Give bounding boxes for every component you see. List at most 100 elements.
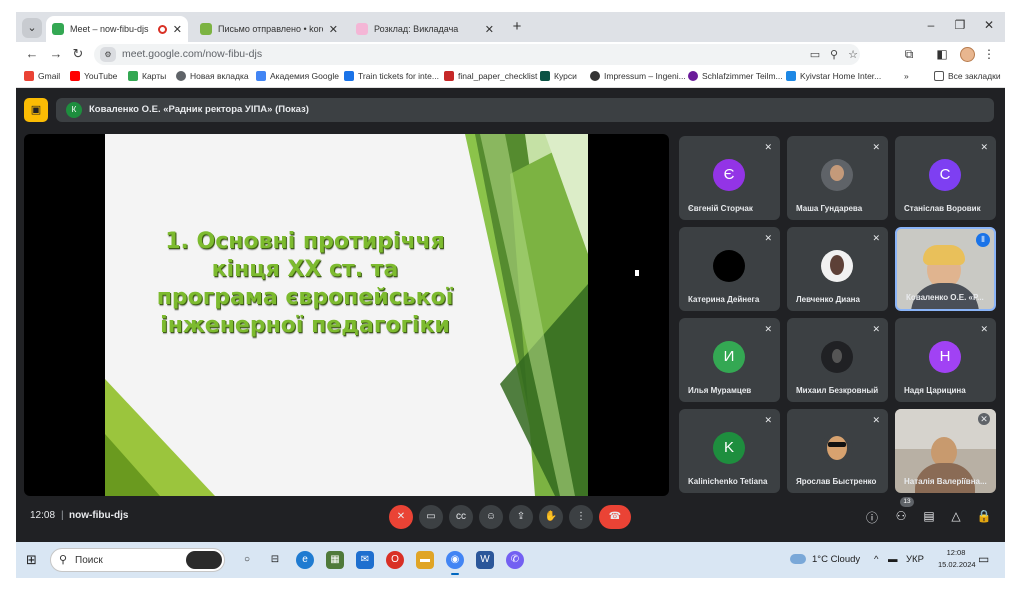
close-icon[interactable]: ✕ (329, 23, 338, 36)
notifications-icon[interactable]: ▭ (978, 552, 989, 566)
participant-tile[interactable]: ✕ Михаил Безкровный (787, 318, 888, 402)
maximize-icon[interactable]: ❐ (951, 18, 969, 32)
browser-toolbar: ← → ↻ ⚙ meet.google.com/now-fibu-djs ▭ ⚲… (16, 42, 1005, 67)
bookmark-google-academy[interactable]: Академия Google (256, 71, 339, 81)
bookmark-label: Gmail (38, 71, 61, 81)
tray-chevron-icon[interactable]: ^ (874, 554, 878, 565)
participant-tile[interactable]: ✕ Ярослав Быстренко (787, 409, 888, 493)
reload-icon[interactable]: ↻ (70, 46, 86, 62)
meet-window: ▣ К Коваленко О.Е. «Радник ректора УІПА»… (16, 88, 1005, 542)
more-options-button[interactable]: ⋮ (569, 505, 593, 529)
people-icon[interactable]: ⚇ (893, 509, 909, 523)
participant-name: Илья Мурамцев (688, 386, 752, 395)
participant-tile[interactable]: ✕ Катерина Дейнега (679, 227, 780, 311)
taskbar: ⊞ ⚲ Поиск ○ ⊟ e ▦ ✉ O ▬ ◉ W ✆ 1°C Cloudy… (16, 542, 1005, 578)
clock[interactable]: 12:08 15.02.2024 (938, 547, 976, 571)
bookmark-star-icon[interactable]: ☆ (846, 48, 860, 61)
taskbar-search[interactable]: ⚲ Поиск (50, 548, 225, 572)
participant-tile[interactable]: ✕ Н Надя Царицина (895, 318, 996, 402)
bookmark-schlafzimmer[interactable]: Schlafzimmer Teilm... (688, 71, 783, 81)
opera-icon[interactable]: O (386, 551, 404, 569)
back-icon[interactable]: ← (24, 46, 40, 62)
presentation-icon[interactable]: ▣ (24, 98, 48, 122)
reactions-button[interactable]: ☺ (479, 505, 503, 529)
copilot-icon[interactable] (186, 551, 222, 569)
bookmark-final-paper[interactable]: final_paper_checklist (444, 71, 537, 81)
zoom-icon[interactable]: ⚲ (827, 48, 841, 61)
bookmark-label: Академия Google (270, 71, 339, 81)
activities-icon[interactable]: △ (948, 509, 964, 523)
tab-gmail[interactable]: Письмо отправлено • korolev ✕ (194, 16, 344, 42)
avatar (821, 250, 853, 282)
close-icon[interactable]: ✕ (173, 23, 182, 36)
bookmark-gmail[interactable]: Gmail (24, 71, 60, 81)
close-icon[interactable]: ✕ (485, 23, 494, 36)
window-close-icon[interactable]: ✕ (980, 18, 998, 32)
participant-tile-video[interactable]: ✕ Наталія Валеріївна... (895, 409, 996, 493)
forward-icon[interactable]: → (48, 46, 64, 62)
bookmark-kyivstar[interactable]: Kyivstar Home Inter... (786, 71, 881, 81)
train-icon (344, 71, 354, 81)
participant-tile[interactable]: ✕ K Kalinichenko Tetiana (679, 409, 780, 493)
camera-button[interactable]: ▭ (419, 505, 443, 529)
task-view-icon[interactable]: ○ (238, 551, 256, 569)
microphone-off-button[interactable]: ✕ (389, 505, 413, 529)
participant-name: Євгеній Сторчак (688, 204, 753, 213)
raise-hand-button[interactable]: ✋ (539, 505, 563, 529)
host-controls-icon[interactable]: 🔒 (976, 509, 992, 523)
mail-icon[interactable]: ✉ (356, 551, 374, 569)
clock-date: 15.02.2024 (938, 560, 976, 569)
bookmark-train-tickets[interactable]: Train tickets for inte... (344, 71, 439, 81)
extensions-icon[interactable]: ⧉ (902, 47, 916, 62)
address-bar[interactable]: ⚙ meet.google.com/now-fibu-djs ▭ ⚲ ☆ (94, 44, 860, 65)
all-bookmarks-label: Все закладки (948, 71, 1001, 81)
chat-icon[interactable]: ▤ (921, 509, 937, 523)
bookmark-impressum[interactable]: Impressum – Ingeni... (590, 71, 686, 81)
captions-button[interactable]: cc (449, 505, 473, 529)
menu-icon[interactable]: ⋮ (982, 47, 996, 61)
info-icon[interactable]: ⓘ (864, 509, 880, 526)
avatar (821, 159, 853, 191)
slide-title-line: 1. Основні протиріччя (165, 229, 445, 254)
mic-off-icon: ✕ (872, 233, 880, 243)
present-button[interactable]: ⇪ (509, 505, 533, 529)
participant-tile[interactable]: ✕ И Илья Мурамцев (679, 318, 780, 402)
participant-tile[interactable]: ✕ Левченко Диана (787, 227, 888, 311)
widgets-icon[interactable]: ⊟ (266, 551, 284, 569)
participant-tile[interactable]: ✕ Є Євгеній Сторчак (679, 136, 780, 220)
leave-call-button[interactable]: ☎ (599, 505, 631, 529)
tab-strip: ⌄ Meet – now-fibu-djs ✕ Письмо отправлен… (16, 12, 1005, 42)
bookmark-new-tab[interactable]: Новая вкладка (176, 71, 249, 81)
edge-icon[interactable]: e (296, 551, 314, 569)
bookmarks-more-icon[interactable]: » (904, 71, 909, 81)
participant-tile[interactable]: ✕ Маша Гундарева (787, 136, 888, 220)
participant-tile-active-speaker[interactable]: ⦀ Коваленко О.Е. «Р... (895, 227, 996, 311)
new-tab-icon[interactable]: + (508, 18, 526, 36)
tab-schedule[interactable]: Розклад: Викладача ✕ (350, 16, 500, 42)
speaking-icon: ⦀ (976, 233, 990, 247)
tab-meet[interactable]: Meet – now-fibu-djs ✕ (46, 16, 188, 42)
windows-start-icon[interactable]: ⊞ (26, 553, 40, 567)
participant-tile[interactable]: ✕ С Станіслав Воровик (895, 136, 996, 220)
chrome-icon[interactable]: ◉ (446, 551, 464, 575)
tab-search-button[interactable]: ⌄ (22, 18, 42, 38)
minimize-icon[interactable]: – (922, 18, 940, 32)
side-panel-icon[interactable]: ◧ (935, 47, 949, 61)
word-icon[interactable]: W (476, 551, 494, 569)
weather-text[interactable]: 1°C Cloudy (812, 554, 860, 565)
bookmark-label: Kyivstar Home Inter... (800, 71, 882, 81)
store-icon[interactable]: ▦ (326, 551, 344, 569)
bookmark-courses[interactable]: Курси (540, 71, 577, 81)
all-bookmarks[interactable]: Все закладки (934, 71, 1001, 81)
participant-name: Станіслав Воровик (904, 204, 981, 213)
language-indicator[interactable]: УКР (906, 554, 924, 565)
bookmark-youtube[interactable]: YouTube (70, 71, 117, 81)
camera-icon[interactable]: ▭ (808, 48, 822, 61)
tab-label: Розклад: Викладача (374, 24, 459, 34)
file-explorer-icon[interactable]: ▬ (416, 551, 434, 569)
bookmark-maps[interactable]: Карты (128, 71, 166, 81)
site-info-icon[interactable]: ⚙ (100, 47, 116, 62)
profile-avatar[interactable] (960, 47, 975, 62)
viber-icon[interactable]: ✆ (506, 551, 524, 569)
network-icon[interactable]: ▬ (888, 554, 898, 565)
